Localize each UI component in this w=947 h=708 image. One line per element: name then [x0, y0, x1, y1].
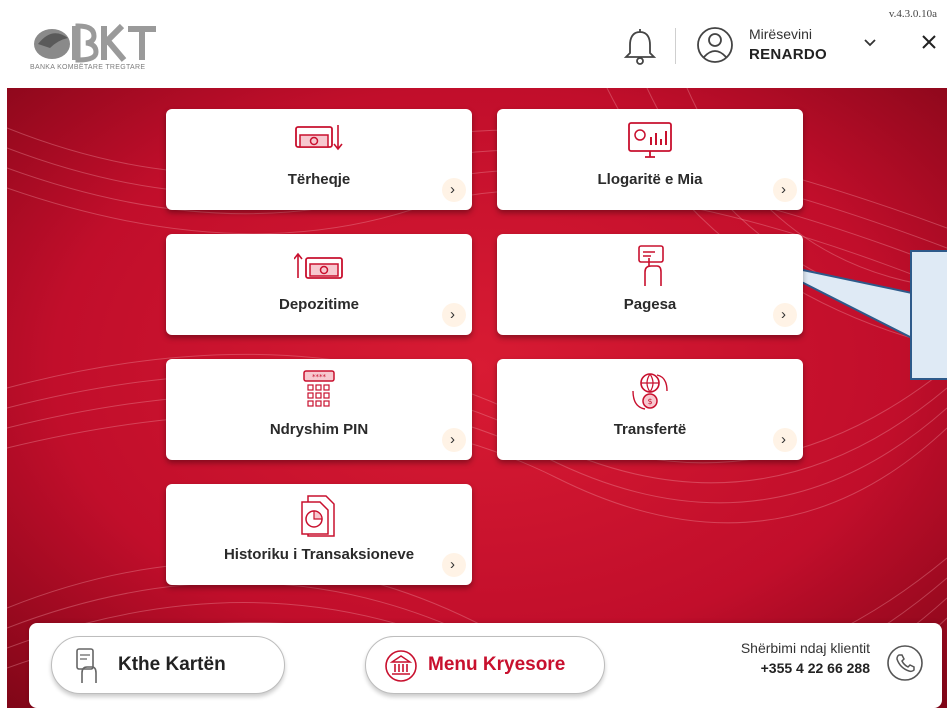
main-menu-label: Menu Kryesore [428, 654, 566, 675]
tile-my-accounts[interactable]: Llogaritë e Mia › [497, 109, 803, 210]
tile-deposit[interactable]: Depozitime › [166, 234, 472, 335]
tile-withdraw[interactable]: Tërheqje › [166, 109, 472, 210]
cash-deposit-icon [294, 252, 343, 279]
chevron-right-icon[interactable]: › [773, 428, 797, 452]
main-menu-button[interactable]: Menu Kryesore [365, 636, 605, 694]
svg-text:$: $ [647, 397, 652, 406]
tile-transfer[interactable]: $ Transfertë › [497, 359, 803, 460]
tile-label: Tërheqje [287, 171, 351, 188]
globe-transfer-icon: $ [632, 373, 668, 410]
tile-label: Ndryshim PIN [269, 421, 369, 438]
chevron-right-icon[interactable]: › [442, 303, 466, 327]
chevron-right-icon[interactable]: › [442, 178, 466, 202]
wave-background [7, 88, 947, 708]
pin-keypad-icon: **** [303, 370, 335, 407]
support-title: Shërbimi ndaj klientit [740, 640, 870, 656]
chevron-right-icon[interactable]: › [442, 428, 466, 452]
support-phone: +355 4 22 66 288 [760, 660, 870, 676]
welcome-text: Mirësevini [749, 26, 813, 42]
close-icon[interactable] [920, 33, 938, 51]
tile-label: Pagesa [623, 296, 677, 313]
document-pie-icon [301, 495, 335, 537]
tile-label: Historiku i Transaksioneve [223, 546, 415, 563]
card-eject-icon [76, 648, 97, 683]
return-card-button[interactable]: Kthe Kartën [51, 636, 285, 694]
user-icon[interactable] [695, 24, 735, 66]
monitor-chart-icon [628, 122, 672, 158]
tile-payments[interactable]: Pagesa › [497, 234, 803, 335]
callout-box [910, 250, 947, 380]
hand-card-icon [638, 245, 664, 286]
logo-caption: BANKA KOMBËTARE TREGTARE [30, 64, 146, 71]
chevron-right-icon[interactable]: › [773, 303, 797, 327]
return-card-label: Kthe Kartën [118, 654, 226, 675]
chevron-down-icon[interactable] [862, 36, 878, 50]
tile-label: Transfertë [613, 421, 687, 438]
tile-label: Depozitime [278, 296, 359, 313]
username: RENARDO [749, 46, 827, 63]
tile-change-pin[interactable]: **** Ndryshim PIN › [166, 359, 472, 460]
version-label: v.4.3.0.10a [888, 8, 937, 20]
chevron-right-icon[interactable]: › [442, 553, 466, 577]
main-panel: Tërheqje › Llogaritë e Mia › Depozitime … [7, 88, 947, 708]
svg-text:****: **** [312, 373, 327, 381]
bank-icon [385, 650, 417, 682]
footer-bar: Kthe Kartën Menu Kryesore Shërbimi ndaj … [29, 623, 942, 708]
tile-transaction-history[interactable]: Historiku i Transaksioneve › [166, 484, 472, 585]
chevron-right-icon[interactable]: › [773, 178, 797, 202]
bell-icon[interactable] [622, 26, 658, 66]
phone-icon[interactable] [886, 644, 924, 682]
cash-withdraw-icon [295, 125, 343, 151]
tile-label: Llogaritë e Mia [597, 171, 703, 188]
header-divider [675, 28, 676, 64]
header: BANKA KOMBËTARE TREGTARE v.4.3.0.10a Mir… [0, 0, 947, 88]
